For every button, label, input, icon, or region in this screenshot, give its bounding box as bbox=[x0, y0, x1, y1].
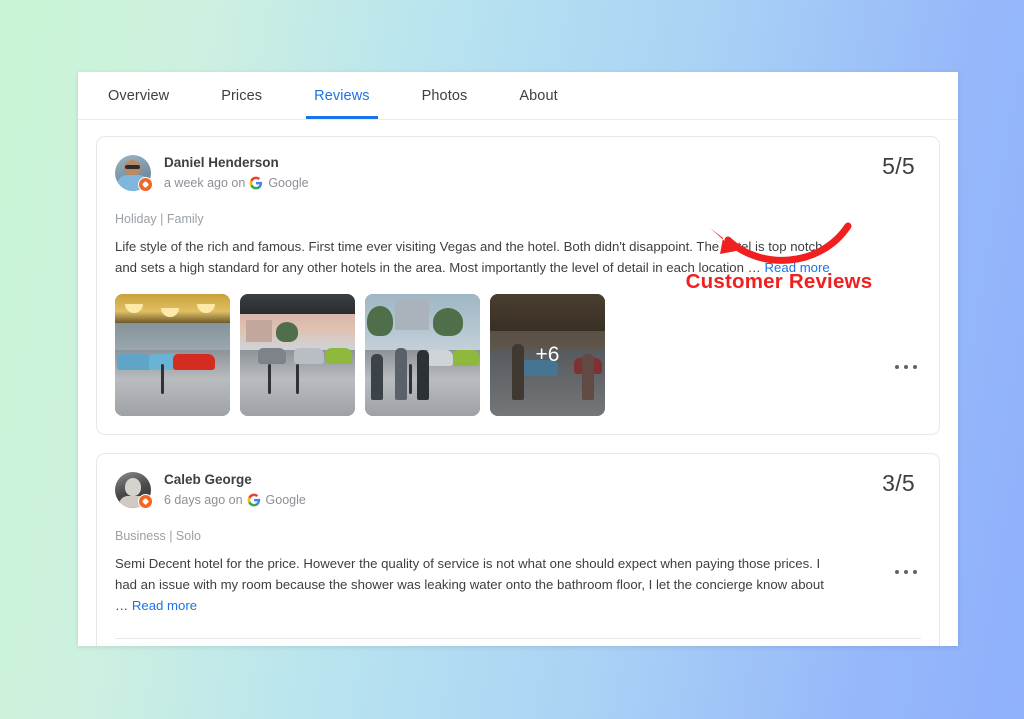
photo-detail bbox=[395, 348, 407, 400]
review-score: 3/5 bbox=[882, 470, 915, 497]
sunglasses-detail bbox=[125, 165, 140, 169]
review-tags: Holiday | Family bbox=[115, 212, 921, 226]
annotation-label: Customer Reviews bbox=[664, 270, 894, 294]
photo-detail bbox=[294, 348, 324, 364]
review-list[interactable]: Daniel Henderson a week ago on Google bbox=[78, 120, 958, 646]
review-meta: a week ago on Google bbox=[164, 174, 309, 192]
photo-detail bbox=[117, 354, 151, 370]
tab-bar: Overview Prices Reviews Photos About bbox=[78, 72, 958, 120]
tab-photos-label: Photos bbox=[422, 88, 468, 104]
more-options-icon[interactable] bbox=[895, 564, 917, 580]
photo-detail bbox=[417, 350, 429, 400]
review-photo-more[interactable]: +6 bbox=[490, 294, 605, 416]
tab-photos[interactable]: Photos bbox=[418, 72, 472, 119]
photo-detail bbox=[161, 364, 164, 394]
review-text: Semi Decent hotel for the price. However… bbox=[115, 553, 837, 616]
reviewer-info: Caleb George 6 days ago on Google bbox=[164, 470, 306, 509]
avatar bbox=[115, 155, 151, 191]
photo-detail bbox=[258, 348, 286, 364]
google-logo-icon bbox=[247, 493, 261, 507]
photo-detail bbox=[240, 294, 355, 314]
tab-about-label: About bbox=[519, 88, 557, 104]
review-time: a week ago on bbox=[164, 174, 245, 192]
review-meta: 6 days ago on Google bbox=[164, 491, 306, 509]
reviewer-name: Daniel Henderson bbox=[164, 154, 309, 172]
more-options-icon[interactable] bbox=[895, 359, 917, 375]
verified-badge-icon bbox=[138, 177, 153, 192]
tab-about[interactable]: About bbox=[515, 72, 561, 119]
photo-detail bbox=[409, 364, 412, 394]
review-photo-strip: +6 bbox=[115, 294, 921, 416]
tab-reviews[interactable]: Reviews bbox=[310, 72, 374, 119]
review-card: Caleb George 6 days ago on Google bbox=[96, 453, 940, 646]
read-more-link[interactable]: Read more bbox=[132, 598, 197, 613]
photo-detail bbox=[276, 322, 298, 342]
google-logo-icon bbox=[249, 176, 263, 190]
photo-detail bbox=[367, 306, 393, 336]
photo-more-count: +6 bbox=[490, 294, 605, 416]
photo-detail bbox=[453, 350, 479, 366]
tab-overview-label: Overview bbox=[108, 88, 169, 104]
photo-detail bbox=[326, 348, 352, 364]
review-score: 5/5 bbox=[882, 153, 915, 180]
review-photo[interactable] bbox=[240, 294, 355, 416]
tab-prices-label: Prices bbox=[221, 88, 262, 104]
reviewer-name: Caleb George bbox=[164, 471, 306, 489]
photo-detail bbox=[246, 320, 272, 342]
photo-detail bbox=[395, 300, 429, 330]
review-header: Daniel Henderson a week ago on Google bbox=[115, 153, 921, 192]
review-header: Caleb George 6 days ago on Google bbox=[115, 470, 921, 509]
review-tags: Business | Solo bbox=[115, 529, 921, 543]
tab-reviews-label: Reviews bbox=[314, 88, 370, 104]
photo-detail bbox=[268, 364, 271, 394]
divider bbox=[115, 638, 921, 639]
review-body: Semi Decent hotel for the price. However… bbox=[115, 556, 824, 613]
avatar bbox=[115, 472, 151, 508]
photo-detail bbox=[296, 364, 299, 394]
reviews-panel: Overview Prices Reviews Photos About Dan… bbox=[78, 72, 958, 646]
review-photo[interactable] bbox=[115, 294, 230, 416]
review-photo[interactable] bbox=[365, 294, 480, 416]
photo-detail bbox=[371, 354, 383, 400]
review-source: Google bbox=[266, 491, 306, 509]
reviewer-info: Daniel Henderson a week ago on Google bbox=[164, 153, 309, 192]
photo-detail bbox=[425, 350, 453, 366]
tab-overview[interactable]: Overview bbox=[104, 72, 173, 119]
verified-badge-icon bbox=[138, 494, 153, 509]
photo-detail bbox=[173, 354, 215, 370]
photo-detail bbox=[433, 308, 463, 336]
review-time: 6 days ago on bbox=[164, 491, 243, 509]
review-source: Google bbox=[268, 174, 308, 192]
tab-prices[interactable]: Prices bbox=[217, 72, 266, 119]
